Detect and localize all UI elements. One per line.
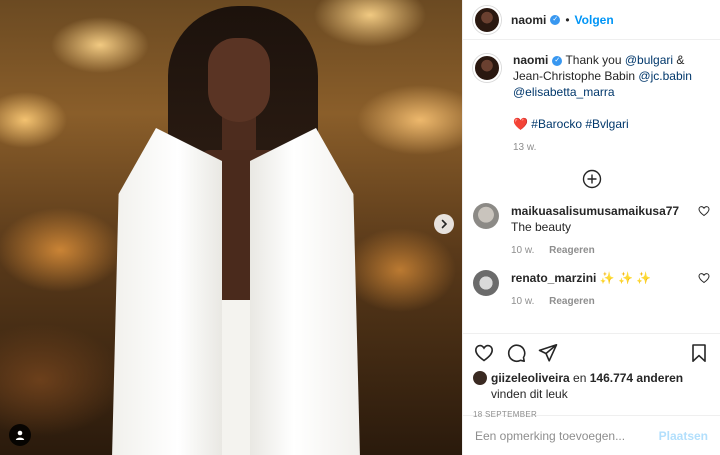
comment-button[interactable] [505, 342, 527, 364]
reply-button[interactable]: Reageren [549, 296, 595, 307]
post-date[interactable]: 18 SEPTEMBER [473, 410, 710, 419]
likes-text: giizeleoliveira en 146.774 anderen vinde… [491, 370, 683, 402]
likes-count[interactable]: 146.774 anderen [590, 371, 683, 385]
likes-connector: en [569, 371, 590, 385]
photo-subject-jacket-left [112, 128, 222, 455]
post-comment-button[interactable]: Plaatsen [659, 429, 708, 443]
send-icon [538, 344, 558, 362]
bookmark-icon [692, 344, 706, 362]
comment-item: maikuasalisumusamaikusa77 The beauty 10 … [473, 203, 710, 256]
verified-badge-icon: ✓ [552, 55, 563, 66]
load-more-comments-button[interactable] [582, 169, 602, 189]
caption-username[interactable]: naomi [513, 53, 548, 67]
heart-icon [474, 344, 494, 362]
author-username[interactable]: naomi [511, 13, 546, 27]
comment-age[interactable]: 10 w. [511, 245, 534, 256]
like-comment-heart-icon[interactable] [698, 272, 710, 284]
post-actions: giizeleoliveira en 146.774 anderen vinde… [463, 333, 720, 419]
comment-item: renato_marzini ✨ ✨ ✨ 10 w. Reageren [473, 270, 710, 307]
liker-avatar[interactable] [473, 371, 487, 385]
caption-age[interactable]: 13 w. [513, 142, 710, 153]
comment-meta: 10 w. Reageren [511, 245, 692, 256]
verified-badge-icon: ✓ [550, 14, 561, 25]
like-button[interactable] [473, 342, 495, 364]
caption-text-part: Thank you [565, 53, 625, 67]
comment-body: The beauty [511, 220, 572, 234]
like-comment-heart-icon[interactable] [698, 205, 710, 217]
author-avatar[interactable] [473, 5, 501, 34]
comment-age[interactable]: 10 w. [511, 296, 534, 307]
comment-text: renato_marzini ✨ ✨ ✨ [511, 270, 692, 286]
reply-button[interactable]: Reageren [549, 245, 595, 256]
mention-jc-babin[interactable]: @jc.babin [638, 69, 692, 83]
separator-dot: • [565, 12, 570, 27]
caption: naomi ✓ Thank you @bulgari & Jean-Christo… [473, 52, 710, 153]
next-photo-button[interactable] [434, 214, 454, 234]
tagged-users-button[interactable] [9, 424, 31, 446]
comment-body: ✨ ✨ ✨ [596, 271, 652, 285]
commenter-avatar[interactable] [473, 203, 499, 229]
hashtags[interactable]: #Barocko #Bvlgari [531, 117, 628, 131]
commenter-username[interactable]: maikuasalisumusamaikusa77 [511, 204, 679, 218]
user-icon [15, 430, 25, 440]
commenter-avatar[interactable] [473, 270, 499, 296]
chevron-right-icon [441, 219, 448, 229]
caption-text: naomi ✓ Thank you @bulgari & Jean-Christo… [513, 52, 710, 132]
comment-text: maikuasalisumusamaikusa77 The beauty [511, 203, 692, 235]
action-bar [473, 340, 710, 366]
comment-bubble-icon [507, 344, 526, 363]
likes-suffix: vinden dit leuk [491, 387, 568, 401]
photo-subject-face [208, 38, 270, 122]
liker-username[interactable]: giizeleoliveira [491, 371, 570, 385]
comment-meta: 10 w. Reageren [511, 296, 692, 307]
add-comment-bar: Plaatsen [463, 415, 720, 455]
post-dialog: naomi ✓ • Volgen naomi ✓ Thank you @bulga… [0, 0, 720, 455]
post-photo[interactable] [0, 0, 462, 455]
plus-circle-icon [582, 169, 601, 189]
follow-button[interactable]: Volgen [575, 13, 614, 27]
comments-section: naomi ✓ Thank you @bulgari & Jean-Christo… [463, 40, 720, 333]
heart-emoji: ❤️ [513, 117, 528, 131]
share-button[interactable] [537, 342, 559, 364]
post-sidebar: naomi ✓ • Volgen naomi ✓ Thank you @bulga… [462, 0, 720, 455]
comment-input[interactable] [475, 428, 659, 443]
mention-elisabetta-marra[interactable]: @elisabetta_marra [513, 85, 615, 99]
save-button[interactable] [688, 342, 710, 364]
post-header: naomi ✓ • Volgen [463, 0, 720, 40]
mention-bulgari[interactable]: @bulgari [625, 53, 673, 67]
likes-summary: giizeleoliveira en 146.774 anderen vinde… [473, 370, 710, 402]
caption-author-avatar[interactable] [473, 54, 501, 82]
photo-subject-jacket-right [250, 128, 360, 455]
commenter-username[interactable]: renato_marzini [511, 271, 596, 285]
